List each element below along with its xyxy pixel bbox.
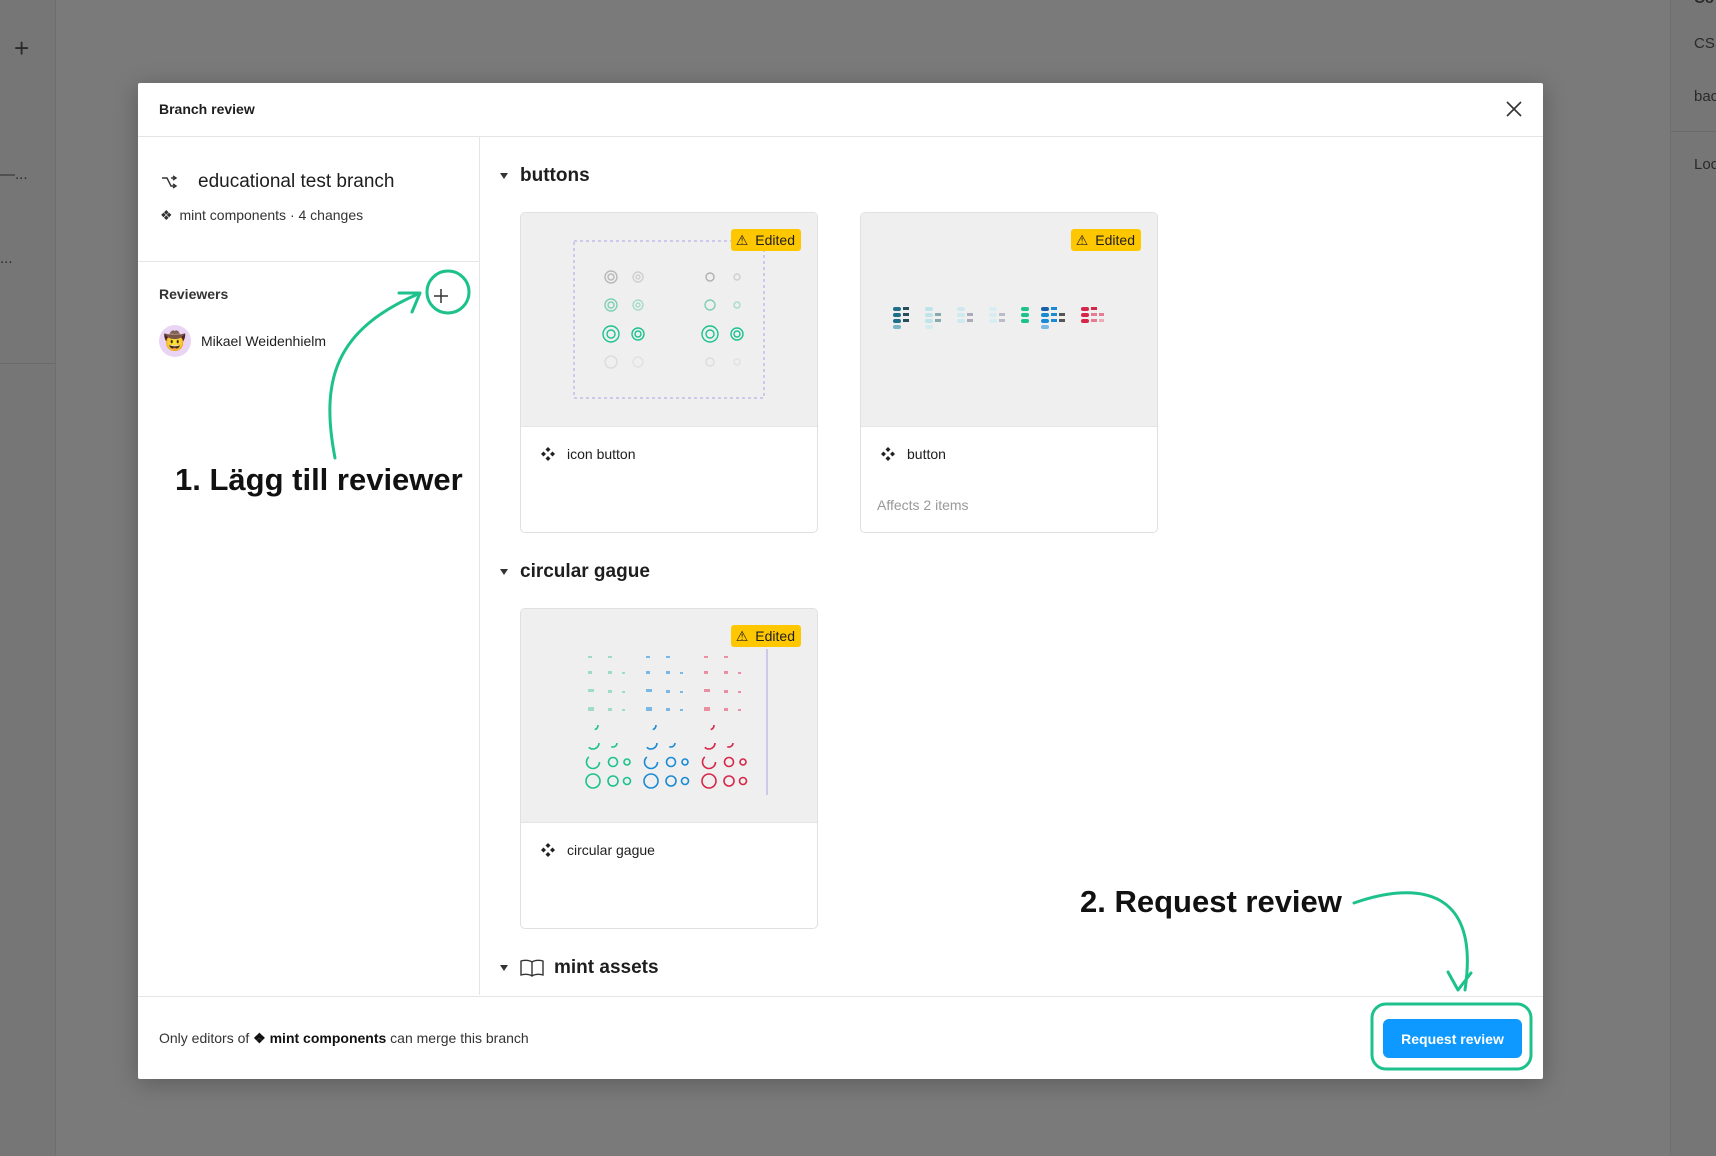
background-label: bac (1694, 88, 1716, 105)
warning-icon: ⚠ (735, 627, 749, 644)
dialog-footer: Only editors of ❖ mint components can me… (138, 996, 1543, 1079)
component-icon (881, 447, 895, 461)
dialog-title: Branch review (159, 101, 255, 117)
component-icon: ❖ (160, 207, 173, 223)
component-name: button (907, 446, 946, 462)
section-header-mint-assets[interactable]: mint assets (500, 956, 659, 980)
status-badge: ⚠ Edited (1070, 229, 1141, 251)
merge-permission-note: Only editors of ❖ mint components can me… (159, 1030, 529, 1046)
component-preview: ⚠ Edited (861, 213, 1157, 427)
component-card-button[interactable]: ⚠ Edited button Affects 2 items (860, 212, 1158, 533)
background-right-panel: Co CSS bac Loc (1670, 0, 1716, 1156)
branch-meta: ❖ mint components · 4 changes (160, 207, 363, 224)
status-badge: ⚠ Edited (730, 229, 801, 251)
library-name: mint components (179, 207, 287, 223)
changes-list: buttons ⚠ Edited icon button ⚠ Edited bu… (480, 137, 1543, 995)
component-name: icon button (567, 446, 636, 462)
component-icon: ❖ (253, 1030, 266, 1046)
library-name: mint components (269, 1030, 387, 1046)
avatar: 🤠 (159, 325, 191, 357)
component-icon (541, 843, 555, 857)
branch-info: educational test branch ❖ mint component… (138, 137, 479, 262)
affects-count: Affects 2 items (877, 497, 969, 513)
component-name: circular gague (567, 842, 655, 858)
background-truncated-text: ... (0, 250, 13, 267)
component-icon (541, 447, 555, 461)
background-label: Co (1694, 0, 1714, 7)
add-reviewer-button[interactable] (427, 282, 455, 310)
reviewers-label: Reviewers (159, 286, 229, 302)
branch-name: educational test branch (198, 171, 395, 192)
warning-icon: ⚠ (735, 231, 749, 248)
background-left-panel: + —... ... (0, 0, 56, 1156)
section-header-buttons[interactable]: buttons (500, 164, 590, 188)
annotation-step-2: 2. Request review (1080, 884, 1342, 919)
background-plus-icon: + (14, 33, 30, 63)
dialog-header: Branch review (138, 83, 1543, 137)
background-divider (1671, 131, 1716, 132)
caret-down-icon (500, 173, 508, 179)
component-card-circular-gague[interactable]: ⚠ Edited circular gague (520, 608, 818, 929)
book-icon (520, 959, 544, 977)
request-review-button[interactable]: Request review (1383, 1019, 1522, 1058)
branch-icon (160, 173, 178, 191)
warning-icon: ⚠ (1075, 231, 1089, 248)
background-label: Loc (1694, 156, 1716, 173)
caret-down-icon (500, 965, 508, 971)
annotation-step-1: 1. Lägg till reviewer (175, 462, 463, 497)
caret-down-icon (500, 569, 508, 575)
change-count: · 4 changes (289, 207, 364, 223)
branch-review-dialog: Branch review educational test branch ❖ … (138, 83, 1543, 1079)
component-preview: ⚠ Edited (521, 609, 817, 823)
close-icon[interactable] (1504, 99, 1524, 119)
section-header-circular-gague[interactable]: circular gague (500, 560, 650, 584)
background-truncated-text: —... (0, 166, 28, 183)
component-card-icon-button[interactable]: ⚠ Edited icon button (520, 212, 818, 533)
sidebar: educational test branch ❖ mint component… (138, 137, 480, 995)
section-title: buttons (520, 165, 590, 186)
component-preview: ⚠ Edited (521, 213, 817, 427)
background-label: CSS (1694, 35, 1716, 52)
background-divider (0, 363, 55, 364)
status-badge: ⚠ Edited (730, 625, 801, 647)
section-title: circular gague (520, 561, 650, 582)
reviewer-name: Mikael Weidenhielm (201, 333, 327, 349)
section-title: mint assets (554, 957, 659, 978)
